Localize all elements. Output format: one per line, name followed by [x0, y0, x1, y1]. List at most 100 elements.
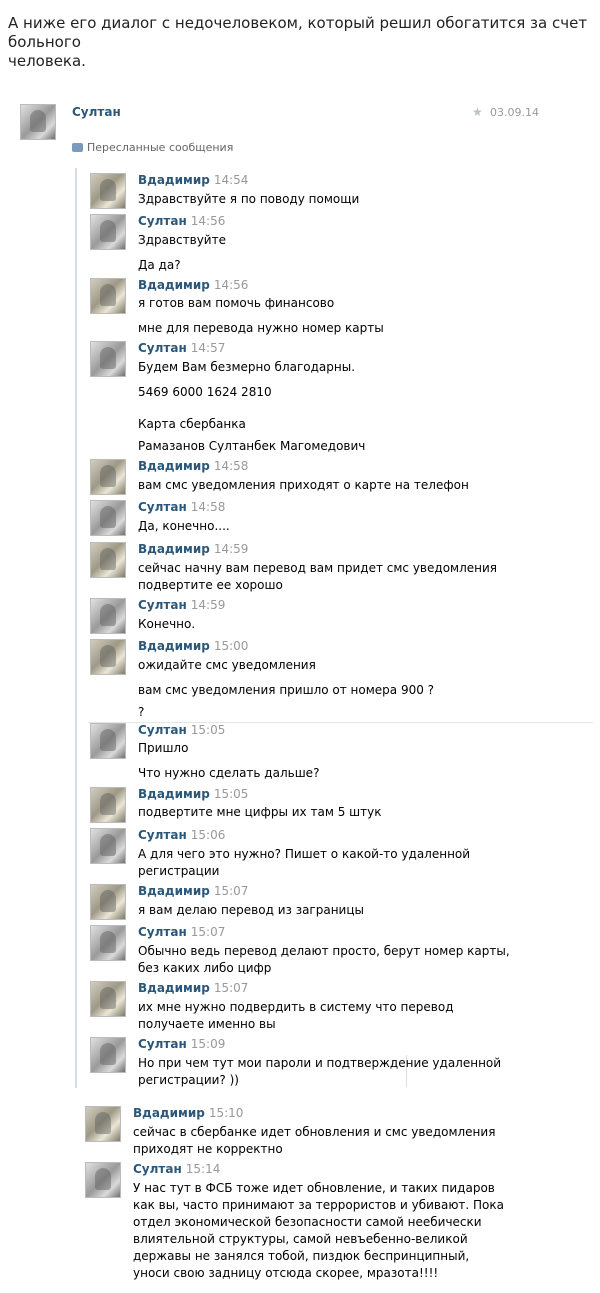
message-time: 14:59	[213, 542, 249, 556]
avatar[interactable]	[90, 278, 126, 314]
message-time: 14:54	[213, 173, 249, 187]
intro-line-2: человека.	[8, 52, 86, 70]
message-text: Пришло	[138, 741, 189, 755]
message-text: мне для перевода нужно номер карты	[138, 321, 384, 335]
avatar[interactable]	[90, 1037, 126, 1073]
message-text: их мне нужно подвердить в систему что пе…	[138, 1000, 454, 1014]
avatar[interactable]	[90, 884, 126, 920]
message-time: 14:58	[213, 459, 249, 473]
message-text: ?	[138, 705, 145, 719]
message-author[interactable]: Султан 15:07	[138, 925, 225, 939]
forward-indent-bar	[75, 168, 77, 1088]
message-text: ожидайте смс уведомления	[138, 658, 316, 672]
message-time: 14:58	[190, 500, 226, 514]
message-text: Но при чем тут мои пароли и подтверждени…	[138, 1056, 502, 1070]
message-text: получаете именно вы	[138, 1017, 276, 1031]
message-text: влиятельной структуры, самой невъебенно-…	[133, 1232, 468, 1246]
message-text: как вы, часто принимают за террористов и…	[133, 1198, 505, 1212]
message-time: 14:59	[190, 598, 226, 612]
avatar[interactable]	[85, 1106, 121, 1142]
message-author[interactable]: Вдадимир 15:07	[138, 884, 248, 898]
message-time: 15:07	[213, 884, 249, 898]
message-time: 15:09	[190, 1037, 226, 1051]
message-text: я вам делаю перевод из заграницы	[138, 903, 364, 917]
forwarded-messages-label: Пересланные сообщения	[72, 141, 233, 154]
message-author[interactable]: Вдадимир 14:58	[138, 459, 248, 473]
message-author[interactable]: Султан 14:57	[138, 341, 225, 355]
message-author[interactable]: Вдадимир 14:59	[138, 542, 248, 556]
message-text: Что нужно сделать дальше?	[138, 766, 320, 780]
message-author[interactable]: Султан 15:14	[133, 1162, 220, 1176]
message-text: Будем Вам безмерно благодарны.	[138, 360, 356, 374]
message-time: 14:57	[190, 341, 226, 355]
message-text: отдел экономической безопасности самой н…	[133, 1215, 482, 1229]
message-text: А для чего это нужно? Пишет о какой-то у…	[138, 847, 471, 861]
message-text: подвертите ее хорошо	[138, 578, 283, 592]
avatar[interactable]	[90, 925, 126, 961]
message-time: 15:00	[213, 639, 249, 653]
message-text: я готов вам помочь финансово	[138, 296, 335, 310]
message-author[interactable]: Вдадимир 15:05	[138, 787, 248, 801]
avatar[interactable]	[90, 828, 126, 864]
message-author[interactable]: Вдадимир 14:56	[138, 278, 248, 292]
message-text: Конечно.	[138, 617, 196, 631]
message-text: сейчас начну вам перевод вам придет смс …	[138, 561, 497, 575]
star-icon[interactable]: ★	[472, 105, 483, 119]
message-text: вам смс уведомления пришло от номера 900…	[138, 683, 435, 697]
message-time: 15:06	[190, 828, 226, 842]
avatar[interactable]	[90, 723, 126, 759]
post-date: 03.09.14	[490, 106, 539, 119]
intro-text: А ниже его диалог с недочеловеком, котор…	[8, 14, 598, 71]
avatar[interactable]	[90, 542, 126, 578]
message-author[interactable]: Вдадимир 15:10	[133, 1106, 243, 1120]
message-author[interactable]: Вдадимир 15:07	[138, 981, 248, 995]
message-text: регистрации	[138, 864, 220, 878]
message-author[interactable]: Султан 15:05	[138, 723, 225, 737]
message-time: 15:14	[185, 1162, 221, 1176]
message-time: 15:10	[208, 1106, 244, 1120]
avatar[interactable]	[90, 981, 126, 1017]
author-avatar[interactable]	[20, 104, 56, 140]
message-text: без каких либо цифр	[138, 961, 272, 975]
message-text: уноси свою задницу отсюда скорее, мразот…	[133, 1266, 439, 1280]
post-author[interactable]: Султан	[72, 105, 121, 119]
message-text: Да, конечно....	[138, 519, 230, 533]
message-text: Здравствуйте я по поводу помощи	[138, 192, 360, 206]
message-time: 15:07	[213, 981, 249, 995]
message-text: Да да?	[138, 258, 181, 272]
message-author[interactable]: Вдадимир 15:00	[138, 639, 248, 653]
message-author[interactable]: Султан 15:09	[138, 1037, 225, 1051]
message-text: Рамазанов Султанбек Магомедович	[138, 439, 366, 453]
message-time: 15:05	[190, 723, 226, 737]
message-text: сейчас в сбербанке идет обновления и смс…	[133, 1125, 496, 1139]
avatar[interactable]	[90, 341, 126, 377]
message-text: державы не занялся тобой, пиздюк бесприн…	[133, 1249, 470, 1263]
avatar[interactable]	[90, 500, 126, 536]
message-time: 15:07	[190, 925, 226, 939]
avatar[interactable]	[90, 214, 126, 250]
message-author[interactable]: Султан 14:59	[138, 598, 225, 612]
avatar[interactable]	[90, 598, 126, 634]
message-text: подвертите мне цифры их там 5 штук	[138, 805, 382, 819]
message-author[interactable]: Султан 15:06	[138, 828, 225, 842]
message-text: 5469 6000 1624 2810	[138, 385, 272, 399]
message-text: вам смс уведомления приходят о карте на …	[138, 478, 469, 492]
message-text: Карта сбербанка	[138, 417, 246, 431]
avatar[interactable]	[90, 459, 126, 495]
message-time: 14:56	[213, 278, 249, 292]
intro-line-1: А ниже его диалог с недочеловеком, котор…	[8, 14, 588, 51]
message-author[interactable]: Султан 14:56	[138, 214, 225, 228]
forwarded-label-text: Пересланные сообщения	[87, 141, 234, 154]
chat-bubble-icon	[72, 143, 83, 152]
message-time: 14:56	[190, 214, 226, 228]
message-author[interactable]: Вдадимир 14:54	[138, 173, 248, 187]
message-text: Здравствуйте	[138, 233, 226, 247]
avatar[interactable]	[90, 639, 126, 675]
avatar[interactable]	[85, 1162, 121, 1198]
avatar[interactable]	[90, 787, 126, 823]
avatar[interactable]	[90, 173, 126, 209]
message-time: 15:05	[213, 787, 249, 801]
message-author[interactable]: Султан 14:58	[138, 500, 225, 514]
message-text: Обычно ведь перевод делают просто, берут…	[138, 944, 510, 958]
message-text: приходят не корректно	[133, 1142, 283, 1156]
